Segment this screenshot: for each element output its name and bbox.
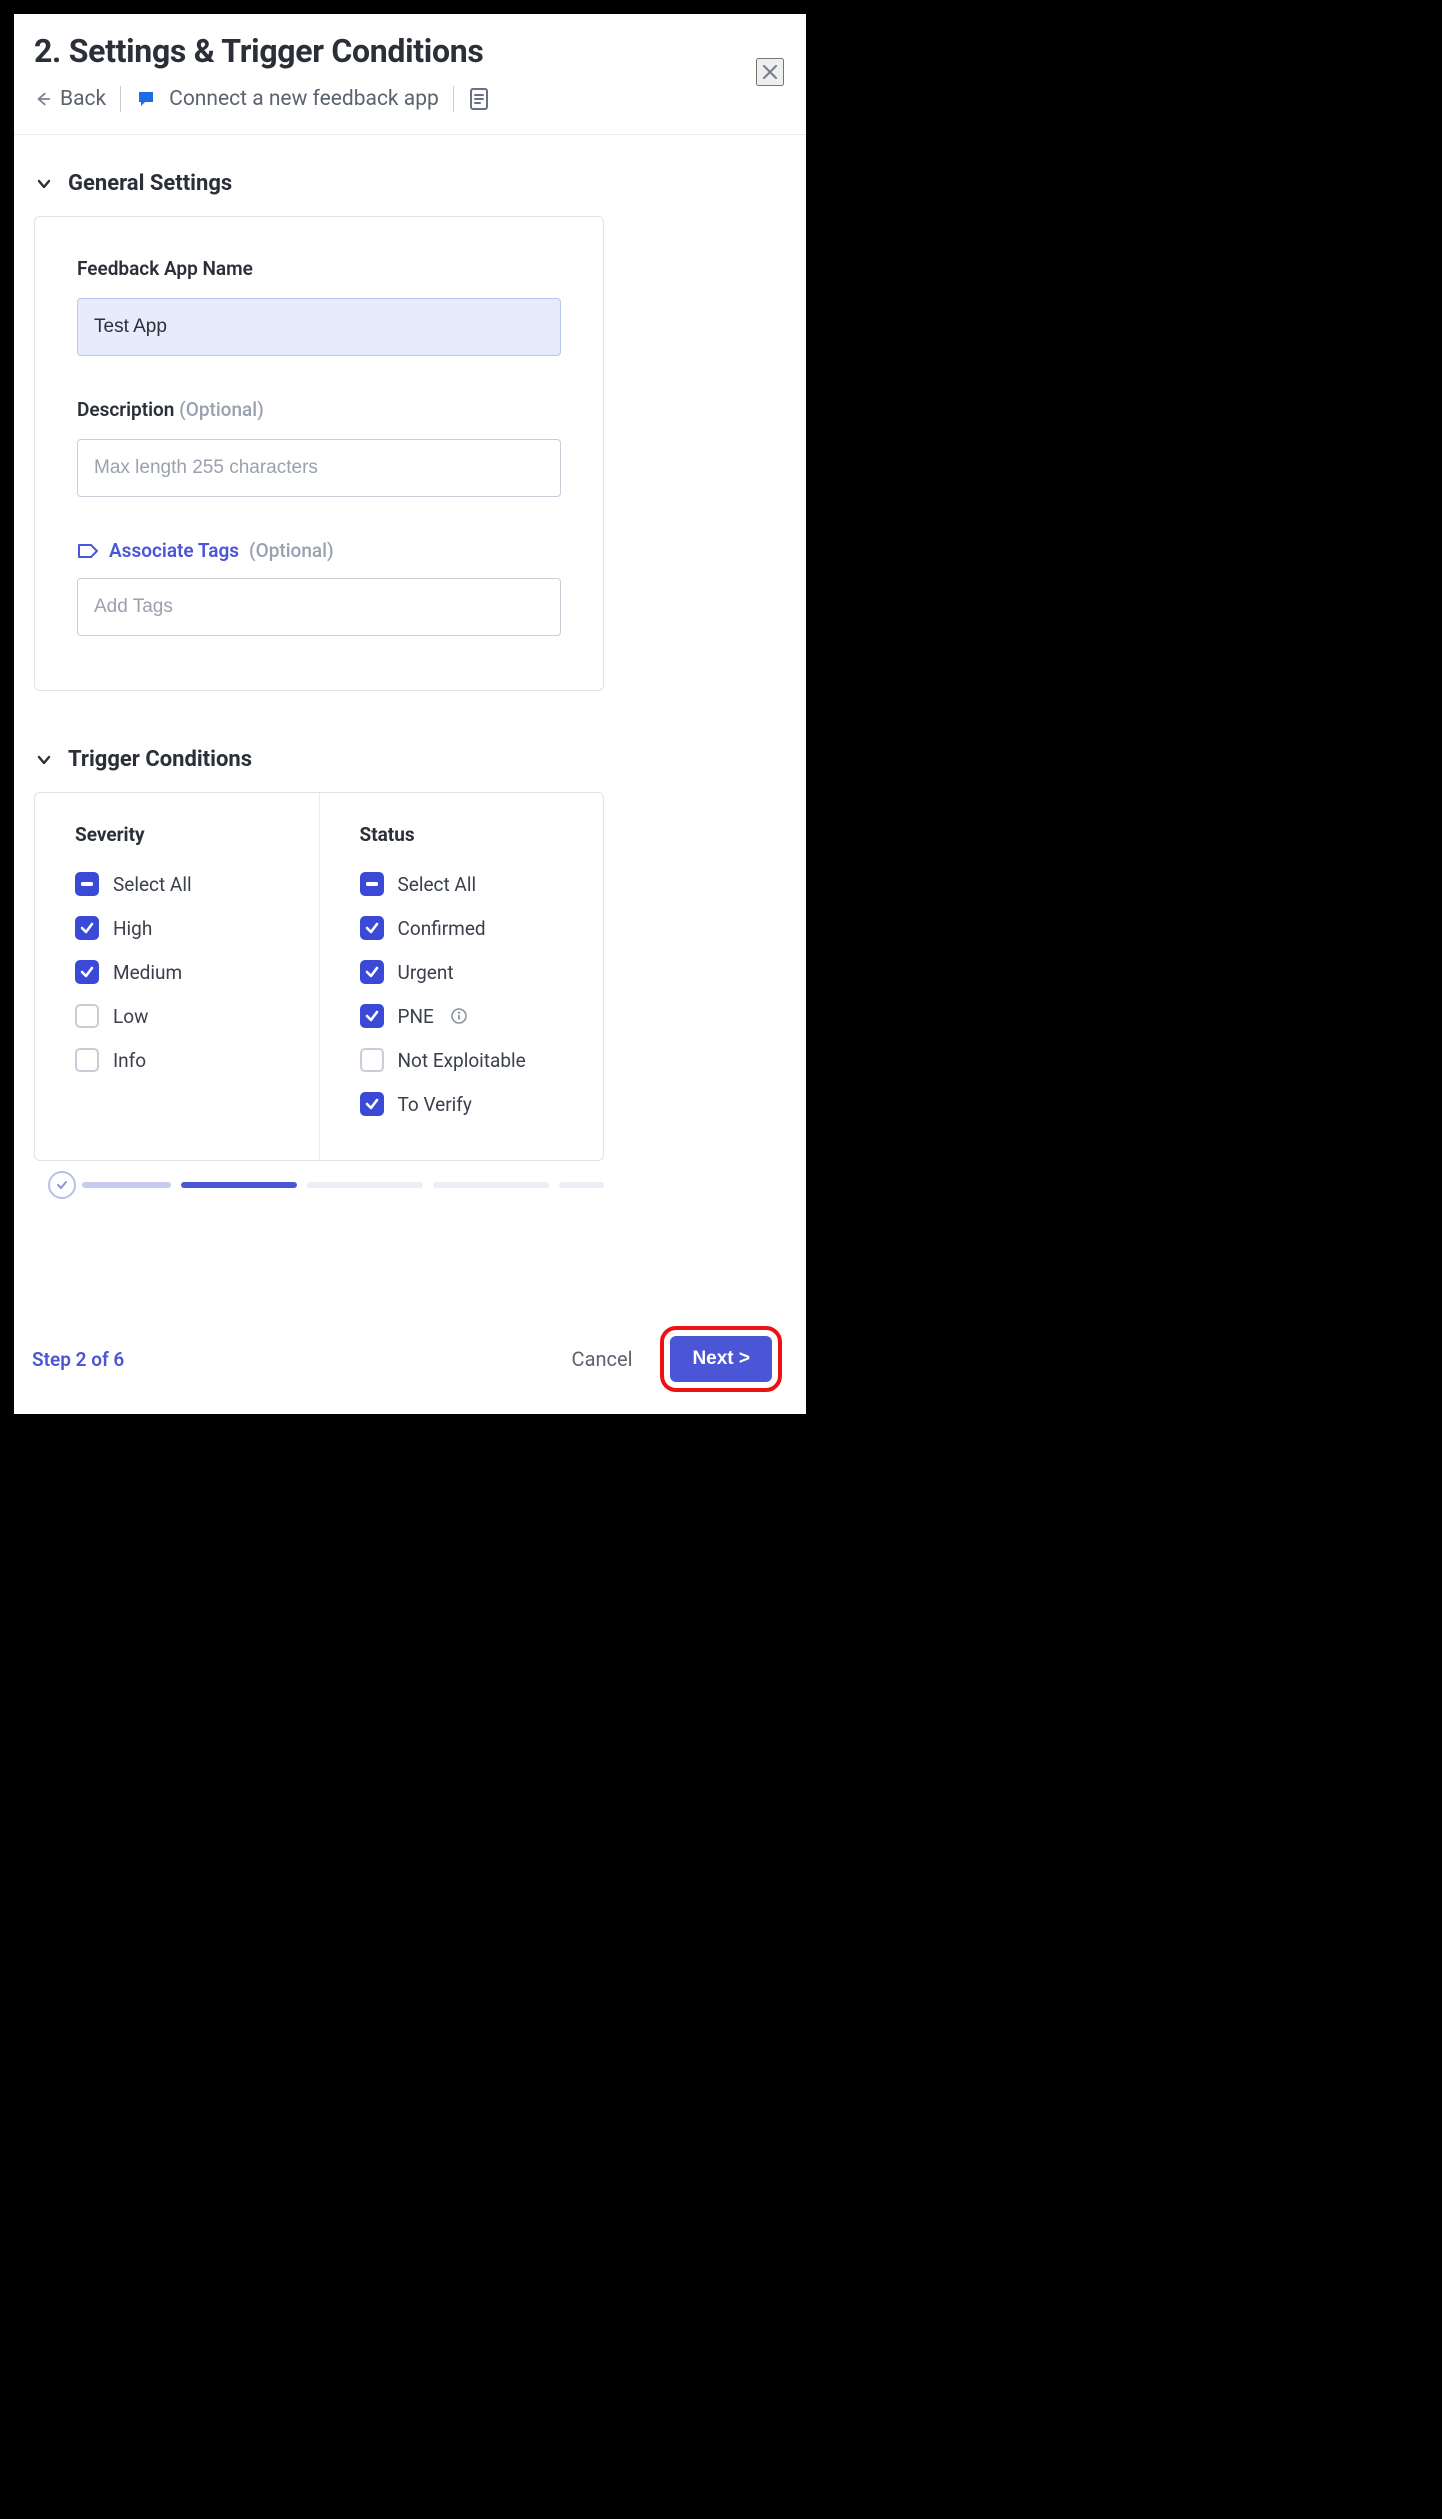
section-title-trigger: Trigger Conditions	[68, 747, 252, 772]
next-button-highlight: Next >	[660, 1326, 782, 1392]
severity-item-label: Low	[113, 1005, 148, 1028]
severity-item-label: High	[113, 917, 152, 940]
progress-segment	[181, 1182, 297, 1188]
chevron-down-icon	[34, 750, 54, 770]
status-checkbox-to-verify[interactable]	[360, 1092, 384, 1116]
cancel-button[interactable]: Cancel	[572, 1347, 633, 1371]
connect-feedback-app[interactable]: Connect a new feedback app	[135, 87, 439, 111]
tags-input[interactable]	[77, 578, 561, 636]
back-label: Back	[60, 87, 106, 111]
status-checkbox-urgent[interactable]	[360, 960, 384, 984]
associate-tags-optional: (Optional)	[249, 539, 334, 562]
divider	[120, 86, 121, 112]
divider	[453, 86, 454, 112]
severity-checkbox-low[interactable]	[75, 1004, 99, 1028]
status-checkbox-not-exploitable[interactable]	[360, 1048, 384, 1072]
associate-tags-label: Associate Tags	[109, 539, 239, 562]
app-name-label: Feedback App Name	[77, 257, 561, 280]
progress-segment	[559, 1182, 604, 1188]
associate-tags-link[interactable]: Associate Tags (Optional)	[77, 539, 561, 562]
app-name-input[interactable]	[77, 298, 561, 356]
step-indicator: Step 2 of 6	[32, 1348, 124, 1371]
status-column: Status Select All Confirmed	[319, 793, 604, 1160]
back-button[interactable]: Back	[34, 87, 106, 111]
arrow-left-icon	[34, 90, 52, 108]
progress-segment	[307, 1182, 423, 1188]
status-select-all-checkbox[interactable]	[360, 872, 384, 896]
progress-bar	[34, 1171, 604, 1199]
severity-select-all-checkbox[interactable]	[75, 872, 99, 896]
status-item-label: PNE	[398, 1005, 434, 1028]
close-icon	[760, 62, 780, 82]
severity-checkbox-high[interactable]	[75, 916, 99, 940]
page-title: 2. Settings & Trigger Conditions	[34, 32, 786, 70]
chevron-down-icon	[34, 174, 54, 194]
progress-segment	[433, 1182, 549, 1188]
severity-title: Severity	[75, 823, 287, 846]
status-item-label: To Verify	[398, 1093, 472, 1116]
section-title-general: General Settings	[68, 171, 232, 196]
status-item-label: Urgent	[398, 961, 454, 984]
progress-step-completed-icon	[48, 1171, 76, 1199]
description-optional: (Optional)	[179, 398, 264, 421]
tag-icon	[77, 541, 99, 561]
close-button[interactable]	[756, 58, 784, 86]
description-label: Description	[77, 398, 174, 421]
severity-column: Severity Select All High	[35, 793, 319, 1160]
severity-checkbox-info[interactable]	[75, 1048, 99, 1072]
general-settings-card: Feedback App Name Description (Optional)…	[34, 216, 604, 691]
severity-select-all-label: Select All	[113, 873, 192, 896]
progress-segment	[82, 1182, 171, 1188]
status-checkbox-pne[interactable]	[360, 1004, 384, 1028]
next-button[interactable]: Next >	[670, 1336, 772, 1382]
description-input[interactable]	[77, 439, 561, 497]
status-select-all-label: Select All	[398, 873, 477, 896]
status-checkbox-confirmed[interactable]	[360, 916, 384, 940]
section-toggle-trigger[interactable]: Trigger Conditions	[34, 747, 786, 772]
severity-item-label: Medium	[113, 961, 182, 984]
feedback-app-icon	[135, 87, 159, 111]
connect-label: Connect a new feedback app	[169, 87, 439, 111]
info-icon[interactable]	[450, 1007, 468, 1025]
section-toggle-general[interactable]: General Settings	[34, 171, 786, 196]
status-title: Status	[360, 823, 572, 846]
status-item-label: Confirmed	[398, 917, 486, 940]
severity-checkbox-medium[interactable]	[75, 960, 99, 984]
status-item-label: Not Exploitable	[398, 1049, 526, 1072]
severity-item-label: Info	[113, 1049, 146, 1072]
document-icon[interactable]	[468, 87, 490, 111]
trigger-conditions-card: Severity Select All High	[34, 792, 604, 1161]
